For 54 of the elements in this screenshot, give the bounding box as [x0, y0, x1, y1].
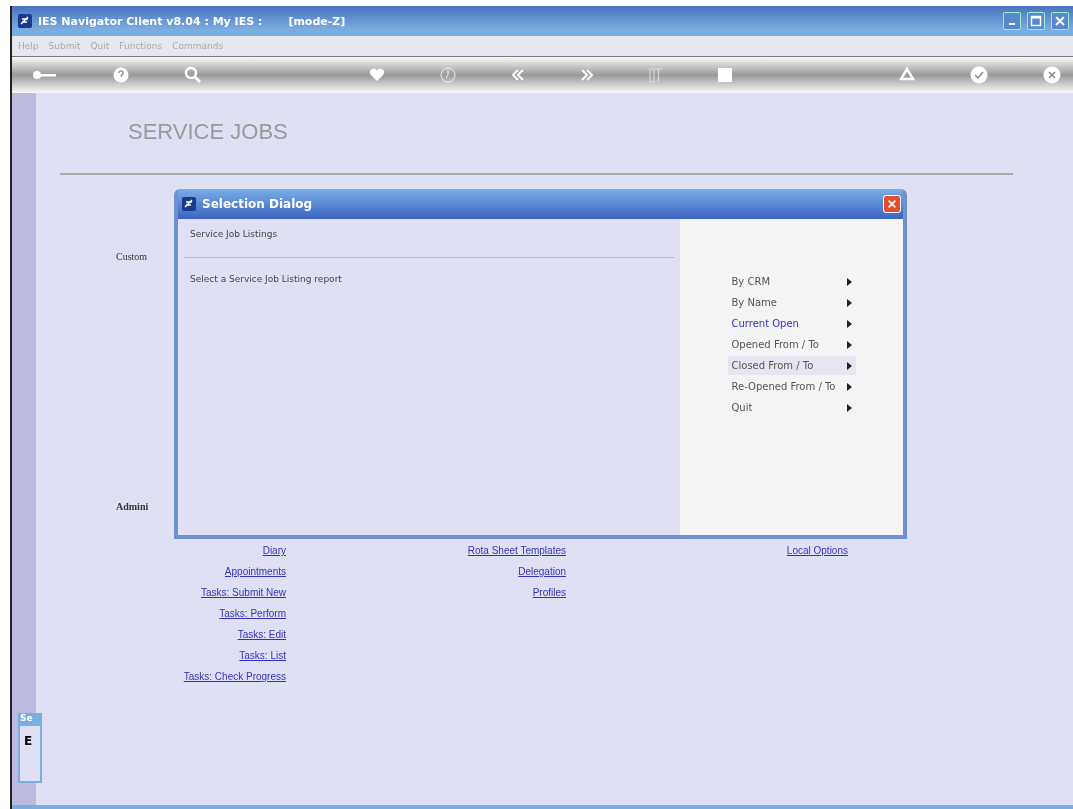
clock-icon[interactable]	[440, 67, 456, 83]
nav-link[interactable]: Diary	[262, 543, 286, 558]
dialog-prompt: Select a Service Job Listing report	[189, 274, 343, 284]
close-icon[interactable]	[1043, 66, 1061, 84]
nav-link[interactable]: Tasks: Perform	[219, 606, 286, 621]
section-label: Admini	[116, 501, 149, 512]
submenu-arrow-icon	[846, 403, 852, 412]
nav-link[interactable]: Tasks: List	[239, 648, 286, 663]
dialog-title: Selection Dialog	[202, 197, 313, 211]
minimize-button[interactable]	[1003, 12, 1021, 30]
submenu-arrow-icon	[846, 319, 852, 328]
menu-option[interactable]: By CRM	[727, 272, 856, 291]
menu-option[interactable]: Closed From / To	[727, 356, 856, 375]
nav-link[interactable]: Delegation	[518, 564, 566, 579]
maximize-button[interactable]	[1027, 12, 1045, 30]
app-icon	[182, 197, 196, 211]
nav-link[interactable]: Local Options	[786, 543, 848, 558]
menu-option[interactable]: Opened From / To	[727, 335, 856, 354]
maximize-icon	[1030, 15, 1042, 27]
menu-option[interactable]: Quit	[727, 398, 856, 417]
close-icon	[1054, 15, 1066, 27]
nav-link[interactable]: Tasks: Edit	[237, 627, 286, 642]
submenu-arrow-icon	[846, 361, 852, 370]
submenu-arrow-icon	[846, 340, 852, 349]
rewind-icon[interactable]	[511, 69, 525, 81]
submenu-arrow-icon	[846, 277, 852, 286]
nav-link[interactable]: Appointments	[224, 564, 286, 579]
menu-option[interactable]: Current Open	[727, 314, 856, 333]
nav-link[interactable]: Rota Sheet Templates	[467, 543, 566, 558]
dialog-heading: Service Job Listings	[189, 229, 279, 239]
help-icon[interactable]	[113, 67, 129, 83]
nav-link[interactable]: Profiles	[532, 585, 566, 600]
mode-label: [mode-Z]	[288, 14, 346, 28]
close-button[interactable]	[1051, 12, 1069, 30]
submenu-arrow-icon	[846, 298, 852, 307]
panel-text: E	[24, 734, 34, 748]
minimize-icon	[1009, 23, 1015, 25]
app-icon	[18, 14, 32, 28]
submenu-arrow-icon	[846, 382, 852, 391]
column-icon[interactable]	[649, 67, 663, 83]
menu-option[interactable]: By Name	[727, 293, 856, 312]
section-label: Custom	[116, 251, 148, 262]
page-heading: SERVICE JOBS	[128, 119, 289, 145]
panel-title: Se	[20, 713, 40, 726]
window-title: IES Navigator Client v8.04 : My IES :	[38, 14, 263, 28]
key-icon[interactable]	[32, 69, 58, 81]
search-icon[interactable]	[184, 66, 202, 84]
close-icon	[887, 199, 897, 209]
fast-forward-icon[interactable]	[580, 69, 594, 81]
menu-option[interactable]: Re-Opened From / To	[727, 377, 856, 396]
heart-icon[interactable]	[369, 68, 385, 82]
nav-link[interactable]: Tasks: Submit New	[200, 585, 286, 600]
check-icon[interactable]	[970, 66, 988, 84]
nav-link[interactable]: Tasks: Check Progress	[183, 669, 286, 684]
